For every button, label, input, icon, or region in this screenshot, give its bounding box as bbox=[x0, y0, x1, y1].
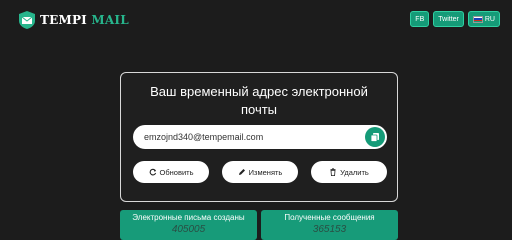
russia-flag-icon bbox=[472, 15, 483, 23]
action-buttons: Обновить Изменять Удалить bbox=[133, 161, 387, 183]
twitter-button[interactable]: Twitter bbox=[433, 11, 464, 27]
refresh-button[interactable]: Обновить bbox=[133, 161, 209, 183]
change-button[interactable]: Изменять bbox=[222, 161, 298, 183]
top-nav: FB Twitter RU bbox=[410, 11, 500, 27]
email-card: Ваш временный адрес электронной почты em… bbox=[120, 72, 398, 202]
stats-panel: Электронные письма созданы 405005 Получе… bbox=[120, 210, 398, 240]
copy-button[interactable] bbox=[365, 127, 385, 147]
trash-icon bbox=[330, 168, 336, 176]
site-logo[interactable]: TEMPI MAIL bbox=[18, 10, 129, 30]
stat-value: 405005 bbox=[171, 224, 206, 235]
stat-label: Электронные письма созданы bbox=[132, 213, 245, 222]
stat-value: 365153 bbox=[312, 224, 347, 235]
email-address: emzojnd340@tempemail.com bbox=[144, 132, 264, 142]
page: TEMPI MAIL FB Twitter RU Ваш временный а… bbox=[0, 0, 512, 240]
stat-label: Полученные сообщения bbox=[284, 213, 375, 222]
emails-created-stat: Электронные письма созданы 405005 bbox=[120, 210, 257, 240]
envelope-shield-icon bbox=[19, 11, 35, 29]
facebook-button[interactable]: FB bbox=[410, 11, 430, 27]
email-address-field[interactable]: emzojnd340@tempemail.com bbox=[133, 125, 387, 149]
copy-icon bbox=[370, 133, 379, 142]
language-button[interactable]: RU bbox=[467, 11, 500, 27]
refresh-icon bbox=[149, 168, 156, 176]
delete-button[interactable]: Удалить bbox=[311, 161, 387, 183]
messages-received-stat: Полученные сообщения 365153 bbox=[261, 210, 398, 240]
logo-text: TEMPI MAIL bbox=[40, 13, 129, 27]
pencil-icon bbox=[238, 169, 245, 175]
card-title: Ваш временный адрес электронной почты bbox=[150, 84, 368, 117]
